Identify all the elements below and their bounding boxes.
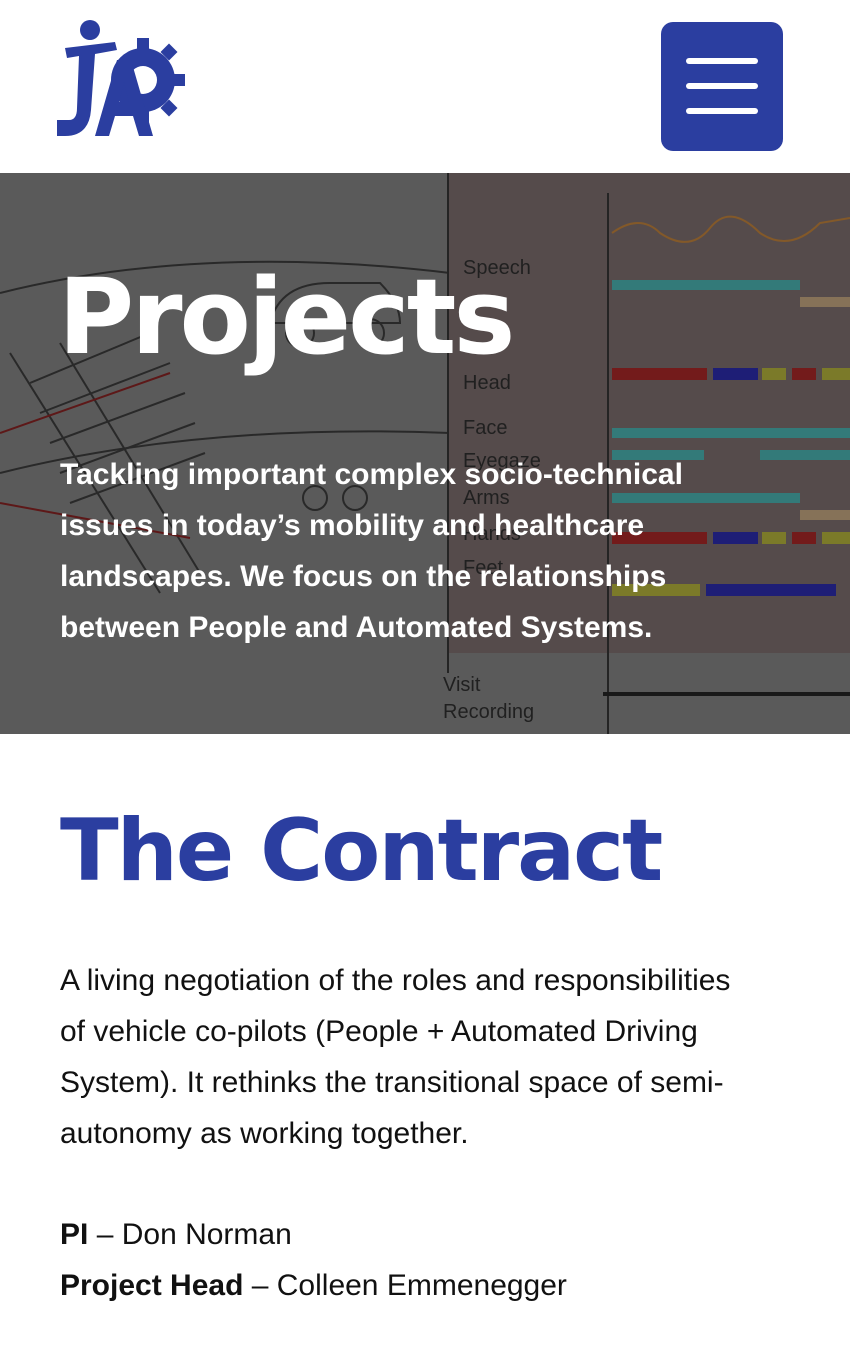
project-head-line: Project Head – Colleen Emmenegger: [60, 1260, 790, 1311]
project-people: PI – Don Norman Project Head – Colleen E…: [60, 1209, 790, 1311]
project-head-label: Project Head: [60, 1268, 244, 1302]
page-subtitle: Tackling important complex socio-technic…: [60, 458, 683, 644]
jap-logo[interactable]: [55, 20, 185, 140]
menu-button[interactable]: [661, 22, 783, 151]
project-title: The Contract: [60, 801, 663, 901]
project-section: The Contract A living negotiation of the…: [0, 804, 850, 1311]
pi-name: – Don Norman: [88, 1217, 292, 1251]
project-head-name: – Colleen Emmenegger: [243, 1268, 567, 1302]
hamburger-menu-icon: [686, 58, 758, 64]
site-header: [0, 0, 850, 173]
pi-line: PI – Don Norman: [60, 1209, 790, 1260]
pi-label: PI: [60, 1217, 89, 1251]
hero-banner: Speech Head Face Eyegaze Arms Hands Feet…: [0, 173, 850, 734]
page-title: Projects: [58, 256, 515, 378]
project-description: A living negotiation of the roles and re…: [60, 963, 731, 1150]
